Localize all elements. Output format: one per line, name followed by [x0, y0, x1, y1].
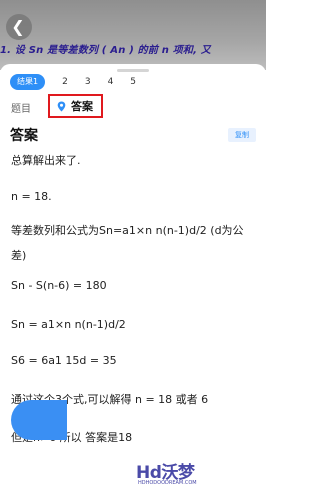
answer-line: S6 = 6a1 15d = 35 — [11, 354, 117, 367]
drag-handle[interactable] — [117, 69, 149, 72]
watermark-url: HDHODOODREAM.COM — [138, 480, 197, 486]
location-pin-icon — [57, 101, 66, 111]
answer-line: 总算解出来了. — [11, 154, 81, 167]
answer-line: n = 18. — [11, 190, 52, 203]
segment-control: 题目 答案 — [0, 93, 266, 121]
content-title: 答案 — [10, 128, 38, 144]
segment-answer-tab[interactable]: 答案 — [48, 94, 103, 118]
tab-result-5[interactable]: 5 — [130, 77, 136, 87]
segment-question-tab[interactable]: 题目 — [11, 100, 31, 115]
copy-button[interactable]: 复制 — [228, 128, 256, 142]
result-tabs: 结果1 2 3 4 5 — [10, 73, 136, 91]
answer-line: 等差数列和公式为Sn=a1×n n(n-1)d/2 (d为公 — [11, 224, 244, 237]
answer-line: Sn - S(n-6) = 180 — [11, 279, 107, 292]
answer-screen: 1. 设 Sn 是等差数列 ( An ) 的前 n 项和, 又 ❮ 结果1 2 … — [0, 0, 266, 500]
answer-line: 差) — [11, 249, 27, 262]
answer-line: Sn = a1×n n(n-1)d/2 — [11, 318, 126, 331]
tab-result-4[interactable]: 4 — [108, 77, 114, 87]
tab-result-2[interactable]: 2 — [62, 77, 68, 87]
chevron-left-icon: ❮ — [11, 17, 25, 36]
question-photo: 1. 设 Sn 是等差数列 ( An ) 的前 n 项和, 又 — [0, 0, 266, 70]
bottom-action-button[interactable] — [11, 400, 67, 440]
segment-answer-label: 答案 — [71, 100, 93, 113]
tab-result-1[interactable]: 结果1 — [10, 74, 46, 90]
question-photo-text: 1. 设 Sn 是等差数列 ( An ) 的前 n 项和, 又 — [0, 45, 212, 56]
tab-result-3[interactable]: 3 — [85, 77, 91, 87]
back-button[interactable]: ❮ — [6, 14, 32, 40]
watermark-logo: Hd沃梦 HDHODOODREAM.COM — [136, 458, 222, 492]
